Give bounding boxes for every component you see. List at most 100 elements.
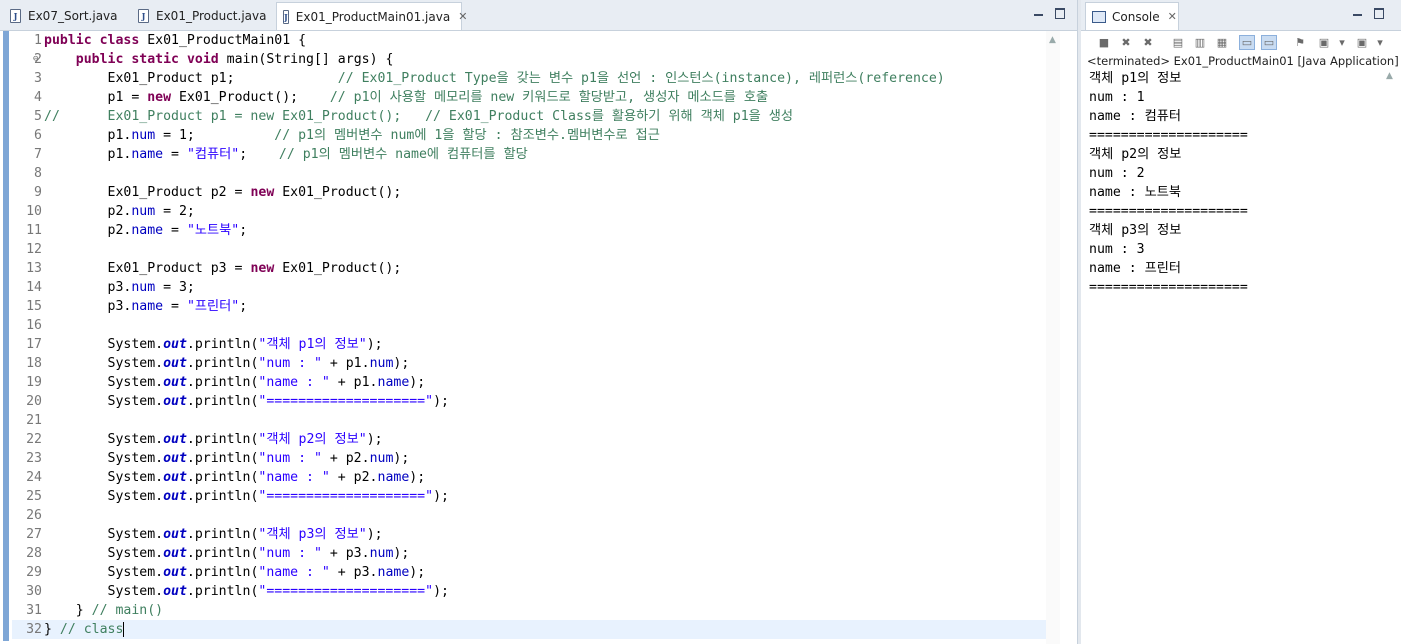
code-text: System.out.println("num : " + p2.num);: [44, 451, 410, 466]
code-line[interactable]: 23 System.out.println("num : " + p2.num)…: [12, 449, 1048, 468]
editor-panel: J Ex07_Sort.java J Ex01_Product.java J E…: [0, 0, 1077, 644]
open-console-icon[interactable]: ▣: [1355, 36, 1369, 49]
editor-vertical-scrollbar[interactable]: ▲: [1046, 31, 1060, 644]
code-text: System.out.println("name : " + p2.name);: [44, 470, 426, 485]
line-number: 14: [26, 280, 42, 295]
console-tab-bar: Console ✕: [1081, 0, 1401, 31]
chevron-down-icon[interactable]: ▾: [1373, 36, 1387, 49]
code-line[interactable]: 3 Ex01_Product p1; // Ex01_Product Type을…: [12, 69, 1048, 88]
code-lines: 1 public class Ex01_ProductMain01 {2 ⊖ pub…: [12, 31, 1048, 639]
code-line[interactable]: 30 System.out.println("=================…: [12, 582, 1048, 601]
code-line[interactable]: 14 p3.num = 3;: [12, 278, 1048, 297]
java-file-icon: J: [138, 9, 149, 23]
code-line[interactable]: 2 ⊖ public static void main(String[] args…: [12, 50, 1048, 69]
code-text: Ex01_Product p1; // Ex01_Product Type을 갖…: [44, 71, 945, 86]
console-output-line: ====================: [1089, 128, 1248, 143]
code-text: p2.num = 2;: [44, 204, 195, 219]
code-line[interactable]: 26: [12, 506, 1048, 525]
tab-label: Ex01_ProductMain01.java: [295, 9, 451, 24]
line-number: 20: [26, 394, 42, 409]
code-line[interactable]: 21: [12, 411, 1048, 430]
line-number: 3: [34, 71, 42, 86]
show-on-stderr-icon[interactable]: ▭: [1261, 35, 1277, 50]
code-line[interactable]: 11 p2.name = "노트북";: [12, 221, 1048, 240]
code-line[interactable]: 4 p1 = new Ex01_Product(); // p1이 사용할 메모…: [12, 88, 1048, 107]
minimize-icon[interactable]: [1353, 14, 1362, 16]
console-toolbar: ■ ✖ ✖ ▤ ▥ ▦ ▭ ▭ ⚑ ▣ ▾ ▣ ▾: [1081, 31, 1401, 53]
code-line[interactable]: 1 public class Ex01_ProductMain01 {: [12, 31, 1048, 50]
remove-all-icon[interactable]: ✖: [1141, 36, 1155, 49]
code-text: System.out.println("name : " + p3.name);: [44, 565, 426, 580]
close-icon[interactable]: ✕: [1168, 10, 1177, 23]
code-line[interactable]: 7 p1.name = "컴퓨터"; // p1의 멤버변수 name에 컴퓨터…: [12, 145, 1048, 164]
code-line[interactable]: 15 p3.name = "프린터";: [12, 297, 1048, 316]
pin-console-icon[interactable]: ⚑: [1293, 36, 1307, 49]
code-line[interactable]: 20 System.out.println("=================…: [12, 392, 1048, 411]
close-icon[interactable]: ✕: [458, 10, 467, 23]
maximize-icon[interactable]: [1374, 8, 1384, 19]
code-line[interactable]: 32} // class: [12, 620, 1048, 639]
show-on-stdout-icon[interactable]: ▭: [1239, 35, 1255, 50]
code-line[interactable]: 18 System.out.println("num : " + p1.num)…: [12, 354, 1048, 373]
code-line[interactable]: 25 System.out.println("=================…: [12, 487, 1048, 506]
code-text: Ex01_Product p3 = new Ex01_Product();: [44, 261, 402, 276]
fold-toggle-icon[interactable]: ⊖: [33, 50, 38, 69]
code-line[interactable]: 12: [12, 240, 1048, 259]
line-number: 28: [26, 546, 42, 561]
chevron-down-icon[interactable]: ▾: [1335, 36, 1349, 49]
line-number: 31: [26, 603, 42, 618]
code-line[interactable]: 17 System.out.println("객체 p1의 정보");: [12, 335, 1048, 354]
console-output-line: num : 3: [1089, 242, 1145, 257]
code-line[interactable]: 24 System.out.println("name : " + p2.nam…: [12, 468, 1048, 487]
code-line[interactable]: 29 System.out.println("name : " + p3.nam…: [12, 563, 1048, 582]
line-number: 30: [26, 584, 42, 599]
tab-ex01-productmain01[interactable]: J Ex01_ProductMain01.java ✕: [276, 2, 467, 30]
code-line[interactable]: 10 p2.num = 2;: [12, 202, 1048, 221]
code-line[interactable]: 9 Ex01_Product p2 = new Ex01_Product();: [12, 183, 1048, 202]
overview-ruler: [0, 31, 10, 644]
code-text: p3.name = "프린터";: [44, 299, 248, 314]
console-vertical-scrollbar[interactable]: ▲: [1383, 69, 1397, 644]
line-number: 18: [26, 356, 42, 371]
code-line[interactable]: 27 System.out.println("객체 p3의 정보");: [12, 525, 1048, 544]
code-text: Ex01_Product p2 = new Ex01_Product();: [44, 185, 402, 200]
remove-launch-icon[interactable]: ✖: [1119, 36, 1133, 49]
console-output-line: 객체 p2의 정보: [1089, 147, 1182, 162]
console-output-line: 객체 p3의 정보: [1089, 223, 1182, 238]
maximize-icon[interactable]: [1055, 8, 1065, 19]
scroll-up-icon[interactable]: ▲: [1386, 71, 1393, 81]
code-line[interactable]: 5// Ex01_Product p1 = new Ex01_Product()…: [12, 107, 1048, 126]
line-number: 32: [26, 622, 42, 637]
code-line[interactable]: 6 p1.num = 1; // p1의 멤버변수 num에 1을 할당 : 참…: [12, 126, 1048, 145]
code-line[interactable]: 13 Ex01_Product p3 = new Ex01_Product();: [12, 259, 1048, 278]
tab-console[interactable]: Console ✕: [1085, 2, 1179, 30]
terminate-icon[interactable]: ■: [1097, 36, 1111, 49]
scroll-lock-icon[interactable]: ▥: [1193, 36, 1207, 49]
tab-label: Ex01_Product.java: [156, 9, 267, 23]
code-line[interactable]: 22 System.out.println("객체 p2의 정보");: [12, 430, 1048, 449]
code-line[interactable]: 19 System.out.println("name : " + p1.nam…: [12, 373, 1048, 392]
code-line[interactable]: 16: [12, 316, 1048, 335]
console-icon: [1092, 10, 1106, 23]
code-line[interactable]: 28 System.out.println("num : " + p3.num)…: [12, 544, 1048, 563]
display-console-icon[interactable]: ▣: [1317, 36, 1331, 49]
line-number: 7: [34, 147, 42, 162]
line-number: 9: [34, 185, 42, 200]
java-file-icon: J: [283, 9, 289, 24]
scroll-up-icon[interactable]: ▲: [1049, 35, 1056, 45]
code-line[interactable]: 8: [12, 164, 1048, 183]
line-number: 10: [26, 204, 42, 219]
minimize-icon[interactable]: [1034, 14, 1043, 16]
word-wrap-icon[interactable]: ▦: [1215, 36, 1229, 49]
line-number: 6: [34, 128, 42, 143]
code-editor[interactable]: 1 public class Ex01_ProductMain01 {2 ⊖ pub…: [0, 31, 1060, 644]
code-text: System.out.println("====================…: [44, 489, 449, 504]
line-number: 1: [34, 33, 42, 48]
tab-ex07-sort[interactable]: J Ex07_Sort.java: [4, 3, 130, 29]
clear-console-icon[interactable]: ▤: [1171, 36, 1185, 49]
line-number: 13: [26, 261, 42, 276]
line-number: 19: [26, 375, 42, 390]
tab-ex01-product[interactable]: J Ex01_Product.java: [132, 3, 274, 29]
console-output[interactable]: 객체 p1의 정보 num : 1 name : 컴퓨터 ==============…: [1089, 69, 1248, 297]
code-line[interactable]: 31 } // main(): [12, 601, 1048, 620]
